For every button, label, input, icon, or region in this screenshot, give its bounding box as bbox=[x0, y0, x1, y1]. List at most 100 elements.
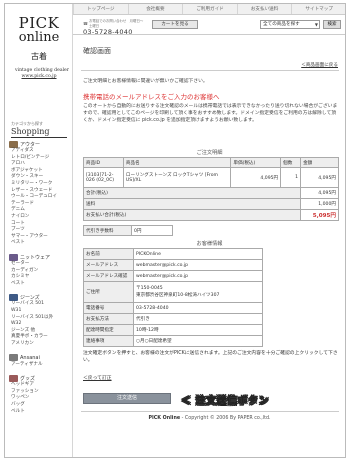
table-row: メールアドレス webmaster@pick.co.jp bbox=[83, 259, 263, 271]
category-heading[interactable]: アウター bbox=[9, 140, 69, 148]
submit-button-callout: ＜ 注文送信ボタン bbox=[181, 396, 269, 407]
table-row: 連絡事項 ○月○日配達希望 bbox=[83, 335, 263, 347]
shopping-heading: カテゴリから探す Shopping bbox=[11, 121, 67, 138]
order-unit-price: 4,095円 bbox=[230, 167, 282, 188]
category-link[interactable]: W31 bbox=[9, 308, 69, 315]
customer-email-confirm-label: メールアドレス確認 bbox=[83, 270, 134, 282]
category-thumbnail-icon bbox=[9, 293, 18, 301]
category-link[interactable]: 真夏半ボ・カラー bbox=[9, 334, 69, 341]
cod-fee-value: 0円 bbox=[131, 225, 173, 236]
category-link[interactable]: ベスト bbox=[9, 281, 69, 288]
nav-top-page[interactable]: トップページ bbox=[73, 4, 128, 14]
logo-text-online: online bbox=[18, 30, 60, 45]
notes-value: ○月○日配達希望 bbox=[133, 335, 263, 347]
category-link[interactable]: リーバイス 501 bbox=[9, 301, 69, 308]
shopping-heading-en: Shopping bbox=[11, 127, 67, 138]
category-thumbnail-icon bbox=[9, 374, 18, 382]
cod-fee-table: 代引き手数料 0円 bbox=[83, 225, 173, 236]
category-heading[interactable]: ニットウェア bbox=[9, 253, 69, 261]
category-thumbnail-icon bbox=[9, 354, 18, 362]
page-title: 確認画面 bbox=[83, 47, 111, 55]
delivery-time-value: 10時-12時 bbox=[133, 324, 263, 336]
category-link[interactable]: デニム bbox=[9, 207, 69, 214]
category-block: グッズ ヘッドギア ファッション ワッペン バッグ ベルト bbox=[9, 374, 69, 415]
footer-brand[interactable]: PICK Online bbox=[148, 416, 180, 421]
category-link[interactable]: カシミヤ bbox=[9, 274, 69, 281]
view-cart-button[interactable]: カートを見る bbox=[152, 20, 198, 29]
category-thumbnail-icon bbox=[9, 253, 18, 261]
col-amount: 金額 bbox=[300, 157, 339, 168]
category-block: Ansanai アーティザナル bbox=[9, 354, 69, 369]
phone-number: 03-5728-4040 bbox=[83, 28, 133, 36]
back-to-edit-link[interactable]: ＜戻って訂正 bbox=[83, 374, 112, 381]
table-row: [3103]71-2-026 (02_0C) ローリングストーンズ ロックTシャ… bbox=[83, 167, 339, 188]
category-heading[interactable]: Ansanai bbox=[9, 354, 69, 362]
order-details-caption: ご注文明細 bbox=[196, 150, 223, 156]
phone-note: ☎ お電話でのお問い合わせ 月曜日〜土曜日 bbox=[83, 18, 145, 28]
category-link[interactable]: ダウン・スキー bbox=[9, 174, 69, 181]
category-link[interactable]: ベスト bbox=[9, 240, 69, 247]
nav-sitemap[interactable]: サイトマップ bbox=[291, 4, 345, 14]
category-block: ニットウェア セーター カーディガン カシミヤ ベスト bbox=[9, 253, 69, 287]
category-link[interactable]: アディダス bbox=[9, 148, 69, 155]
footer-copyright-text: - Copyright © 2006 By PAPER co.,ltd. bbox=[180, 416, 271, 421]
shipping-value: 1,000円 bbox=[300, 198, 339, 210]
category-heading[interactable]: グッズ bbox=[9, 374, 69, 382]
table-row: ご住所 〒150-0045 東京都渋谷区神泉町10-8松涛ハイツ307 bbox=[83, 281, 263, 303]
subtotal-label: 合計(税込) bbox=[82, 187, 302, 199]
category-link[interactable]: バッグ bbox=[9, 402, 69, 409]
nav-company[interactable]: 会社概要 bbox=[127, 4, 183, 14]
mobile-notice-heading: 携帯電話のメールアドレスをご入力のお客様へ bbox=[83, 93, 220, 101]
customer-address-label: ご住所 bbox=[83, 281, 134, 303]
category-heading-label: Ansanai bbox=[20, 354, 40, 361]
category-link[interactable]: ヘッドギア bbox=[9, 382, 69, 389]
phone-note-text: お電話でのお問い合わせ 月曜日〜土曜日 bbox=[88, 19, 144, 28]
category-thumbnail-icon bbox=[9, 140, 18, 148]
logo[interactable]: PICK online 古着 vintage clothing dealer w… bbox=[15, 16, 69, 80]
table-row: メールアドレス確認 webmaster@pick.co.jp bbox=[83, 270, 263, 282]
col-unit-price: 単価(税込) bbox=[230, 157, 282, 168]
phone-contact: ☎ お電話でのお問い合わせ 月曜日〜土曜日 03-5728-4040 bbox=[83, 18, 145, 36]
cod-fee-label: 代引き手数料 bbox=[83, 225, 132, 236]
customer-email-label: メールアドレス bbox=[83, 259, 134, 271]
logo-url[interactable]: www.pick.co.jp bbox=[15, 74, 63, 80]
col-quantity: 個数 bbox=[280, 157, 302, 168]
sidebar: PICK online 古着 vintage clothing dealer w… bbox=[5, 4, 73, 457]
customer-table: お名前 PICKOnline メールアドレス webmaster@pick.co… bbox=[83, 248, 263, 347]
search-category-select[interactable]: 全ての商品を探す bbox=[260, 20, 320, 29]
order-quantity: 1 bbox=[280, 167, 302, 188]
footer-copyright: PICK Online - Copyright © 2006 By PAPER … bbox=[73, 416, 345, 421]
nav-payment-shipping[interactable]: お支払い送料 bbox=[236, 4, 292, 14]
category-link[interactable]: アメリカン bbox=[9, 341, 69, 348]
total-row: お支払い合計(税込) 5,095円 bbox=[82, 209, 339, 221]
category-block: アウター アディダス レトロ/ビンテージ アロハ ボアジャケット ダウン・スキー ミリタリー… bbox=[9, 140, 69, 247]
top-navigation: トップページ 会社概要 ご利用ガイド お支払い送料 サイトマップ bbox=[73, 4, 345, 15]
col-product-id: 商品ID bbox=[83, 157, 124, 168]
order-amount: 4,095円 bbox=[300, 167, 339, 188]
category-link[interactable]: ウール・コーデュロイ bbox=[9, 194, 69, 201]
category-link[interactable]: ベルト bbox=[9, 409, 69, 416]
back-to-product-link[interactable]: ＜商品画面に戻る bbox=[301, 62, 338, 68]
category-link[interactable]: アロハ bbox=[9, 161, 69, 168]
search-button[interactable]: 検索 bbox=[323, 20, 341, 29]
category-link[interactable]: ブーツ bbox=[9, 227, 69, 234]
category-link[interactable]: セーター bbox=[9, 261, 69, 268]
col-product-name: 商品名 bbox=[122, 157, 232, 168]
intro-text: ご注文明細とお客様情報に間違いが無いかご確認下さい。 bbox=[83, 79, 208, 84]
category-link[interactable]: W32 bbox=[9, 321, 69, 328]
logo-kanji: 古着 bbox=[31, 52, 47, 61]
customer-info-caption: お客様情報 bbox=[196, 241, 223, 247]
category-link[interactable]: ワッペン bbox=[9, 395, 69, 402]
header-bar: ☎ お電話でのお問い合わせ 月曜日〜土曜日 03-5728-4040 カートを見る… bbox=[73, 15, 345, 36]
page-frame: PICK online 古着 vintage clothing dealer w… bbox=[4, 3, 346, 458]
category-link[interactable]: ナイロン bbox=[9, 214, 69, 221]
category-link[interactable]: ミリタリー・ワーク bbox=[9, 181, 69, 188]
category-heading-label: グッズ bbox=[20, 375, 36, 382]
shipping-label: 送料 bbox=[82, 198, 302, 210]
submit-order-button[interactable]: 注文送信 bbox=[83, 393, 171, 404]
order-table-header: 商品ID 商品名 単価(税込) 個数 金額 bbox=[83, 157, 339, 168]
category-link[interactable]: アーティザナル bbox=[9, 362, 69, 369]
divider bbox=[81, 70, 339, 71]
payment-method-label: お支払方法 bbox=[83, 313, 134, 325]
nav-guide[interactable]: ご利用ガイド bbox=[182, 4, 237, 14]
